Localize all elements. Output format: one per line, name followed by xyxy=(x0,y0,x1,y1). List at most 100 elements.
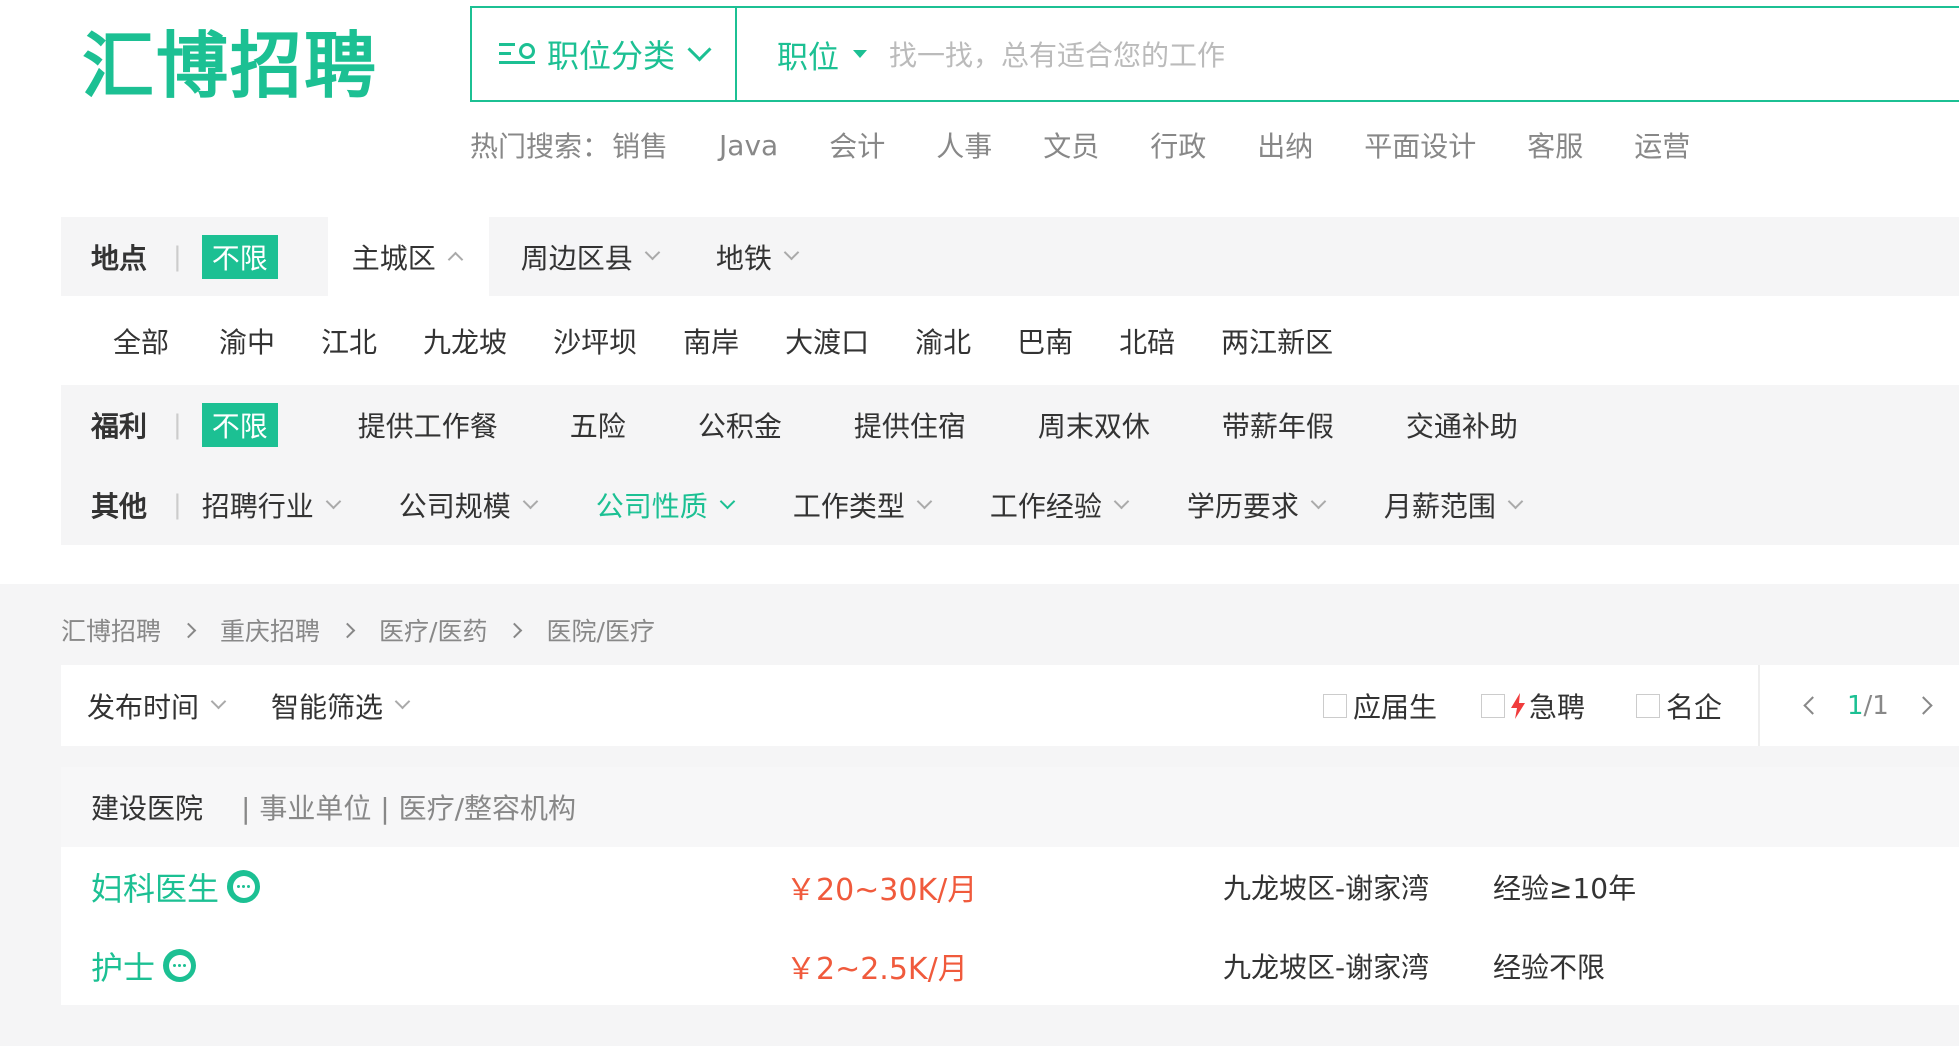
welfare-item[interactable]: 周末双休 xyxy=(1038,405,1150,445)
hot-search-label: 热门搜索： xyxy=(470,130,611,163)
district-item[interactable]: 南岸 xyxy=(683,321,739,361)
job-salary: ￥20~30K/月 xyxy=(786,872,978,908)
company-size-dropdown[interactable]: 公司规模 xyxy=(399,485,539,525)
sort-bar: 发布时间 智能筛选 应届生 急聘 名企 1/1 xyxy=(61,665,1959,746)
district-item[interactable]: 沙坪坝 xyxy=(553,321,637,361)
job-row: 护士 ￥2~2.5K/月 九龙坡区-谢家湾 经验不限 xyxy=(61,926,1959,1005)
urgent-hiring-checkbox[interactable]: 急聘 xyxy=(1481,665,1585,746)
chevron-down-icon xyxy=(394,693,411,710)
tab-main-district[interactable]: 主城区 xyxy=(327,217,489,296)
job-type-dropdown[interactable]: 工作类型 xyxy=(793,485,933,525)
breadcrumb-item[interactable]: 医院/医疗 xyxy=(546,612,654,648)
lightning-icon xyxy=(1511,692,1525,719)
search-type-select[interactable]: 职位 xyxy=(777,8,867,100)
hot-search-term[interactable]: 会计 xyxy=(829,125,885,165)
chevron-down-icon xyxy=(719,493,736,509)
hot-search-term[interactable]: 销售 xyxy=(612,125,668,165)
welfare-any-button[interactable]: 不限 xyxy=(201,403,278,447)
district-item[interactable]: 江北 xyxy=(321,321,377,361)
chat-icon[interactable] xyxy=(227,870,261,903)
job-category-button[interactable]: 职位分类 xyxy=(472,8,737,100)
job-title[interactable]: 护士 xyxy=(91,926,197,1005)
welfare-item[interactable]: 带薪年假 xyxy=(1222,405,1334,445)
tab-surrounding-county[interactable]: 周边区县 xyxy=(521,217,661,296)
breadcrumb: 汇博招聘 重庆招聘 医疗/医药 医院/医疗 xyxy=(61,612,655,648)
hot-search-term[interactable]: 文员 xyxy=(1043,125,1099,165)
chevron-down-icon xyxy=(325,493,342,509)
hot-search-term[interactable]: 客服 xyxy=(1527,125,1583,165)
job-title[interactable]: 妇科医生 xyxy=(91,847,261,926)
chevron-down-icon xyxy=(644,244,661,261)
chevron-down-icon xyxy=(687,36,712,62)
breadcrumb-item[interactable]: 医疗/医药 xyxy=(379,612,487,648)
breadcrumb-item[interactable]: 汇博招聘 xyxy=(61,612,161,648)
chevron-right-icon xyxy=(507,622,523,638)
company-header: 建设医院 | 事业单位 | 医疗/整容机构 xyxy=(61,767,1959,847)
job-location: 九龙坡区-谢家湾 xyxy=(1223,871,1430,905)
job-location: 九龙坡区-谢家湾 xyxy=(1223,950,1430,984)
hot-search-term[interactable]: 平面设计 xyxy=(1364,125,1476,165)
current-page: 1 xyxy=(1847,690,1864,721)
next-page-icon[interactable] xyxy=(1914,696,1933,715)
hot-search-term[interactable]: 出纳 xyxy=(1257,125,1313,165)
salary-range-dropdown[interactable]: 月薪范围 xyxy=(1384,485,1524,525)
district-item[interactable]: 九龙坡 xyxy=(423,321,507,361)
company-meta: | 事业单位 | 医疗/整容机构 xyxy=(241,792,577,825)
welfare-label: 福利 xyxy=(91,410,148,443)
industry-dropdown[interactable]: 招聘行业 xyxy=(202,485,342,525)
chevron-right-icon xyxy=(180,622,197,638)
publish-time-dropdown[interactable]: 发布时间 xyxy=(87,665,227,746)
job-experience: 经验不限 xyxy=(1493,950,1606,984)
location-filter-row: 地点 | 不限 主城区 周边区县 地铁 xyxy=(61,217,1959,296)
company-type-dropdown[interactable]: 公司性质 xyxy=(596,485,736,525)
category-search-icon xyxy=(498,41,535,67)
total-pages: /1 xyxy=(1863,690,1889,721)
job-salary: ￥2~2.5K/月 xyxy=(786,951,968,987)
company-name[interactable]: 建设医院 xyxy=(91,767,203,847)
welfare-filter-row: 福利 | 不限 提供工作餐 五险 公积金 提供住宿 周末双休 带薪年假 交通补助 xyxy=(61,385,1959,465)
district-item[interactable]: 两江新区 xyxy=(1221,321,1333,361)
experience-dropdown[interactable]: 工作经验 xyxy=(990,485,1130,525)
chevron-up-icon xyxy=(447,251,464,268)
prev-page-icon[interactable] xyxy=(1803,696,1822,715)
chevron-down-icon xyxy=(783,244,800,261)
famous-company-checkbox[interactable]: 名企 xyxy=(1636,665,1722,746)
breadcrumb-item[interactable]: 重庆招聘 xyxy=(220,612,320,648)
search-type-label: 职位 xyxy=(777,39,839,76)
hot-search-term[interactable]: 运营 xyxy=(1634,125,1690,165)
filter-panel: 地点 | 不限 主城区 周边区县 地铁 全部 渝中 江北 九龙坡 沙坪坝 南岸 … xyxy=(61,217,1959,545)
welfare-item[interactable]: 提供工作餐 xyxy=(358,405,498,445)
job-row: 妇科医生 ￥20~30K/月 九龙坡区-谢家湾 经验≥10年 xyxy=(61,847,1959,926)
caret-down-icon xyxy=(853,50,867,58)
chevron-down-icon xyxy=(1310,493,1327,509)
job-experience: 经验≥10年 xyxy=(1493,871,1637,905)
district-item[interactable]: 大渡口 xyxy=(785,321,869,361)
chevron-down-icon xyxy=(210,693,227,710)
smart-filter-dropdown[interactable]: 智能筛选 xyxy=(271,665,411,746)
tab-subway[interactable]: 地铁 xyxy=(716,217,800,296)
search-input[interactable] xyxy=(887,26,1941,84)
location-any-button[interactable]: 不限 xyxy=(201,234,278,279)
chevron-down-icon xyxy=(916,493,933,509)
welfare-item[interactable]: 五险 xyxy=(570,405,626,445)
hot-search-term[interactable]: Java xyxy=(719,129,778,162)
hot-search-term[interactable]: 人事 xyxy=(936,125,992,165)
location-label: 地点 xyxy=(91,241,148,275)
job-list: 妇科医生 ￥20~30K/月 九龙坡区-谢家湾 经验≥10年 护士 ￥2~2.5… xyxy=(61,847,1959,1005)
hot-search-term[interactable]: 行政 xyxy=(1150,125,1206,165)
site-logo[interactable]: 汇博招聘 xyxy=(82,30,378,102)
other-filter-row: 其他 | 招聘行业 公司规模 公司性质 工作类型 工作经验 学历要求 月薪范围 xyxy=(61,465,1959,545)
welfare-item[interactable]: 交通补助 xyxy=(1406,405,1518,445)
education-dropdown[interactable]: 学历要求 xyxy=(1187,485,1327,525)
pagination: 1/1 xyxy=(1803,665,1933,746)
district-item[interactable]: 全部 xyxy=(113,321,169,361)
district-item[interactable]: 渝北 xyxy=(915,321,971,361)
district-item[interactable]: 渝中 xyxy=(219,321,275,361)
district-item[interactable]: 巴南 xyxy=(1017,321,1073,361)
welfare-item[interactable]: 提供住宿 xyxy=(854,405,966,445)
welfare-item[interactable]: 公积金 xyxy=(698,405,782,445)
district-item[interactable]: 北碚 xyxy=(1119,321,1175,361)
chevron-down-icon xyxy=(1507,493,1524,509)
chat-icon[interactable] xyxy=(163,949,197,982)
fresh-graduate-checkbox[interactable]: 应届生 xyxy=(1323,665,1437,746)
